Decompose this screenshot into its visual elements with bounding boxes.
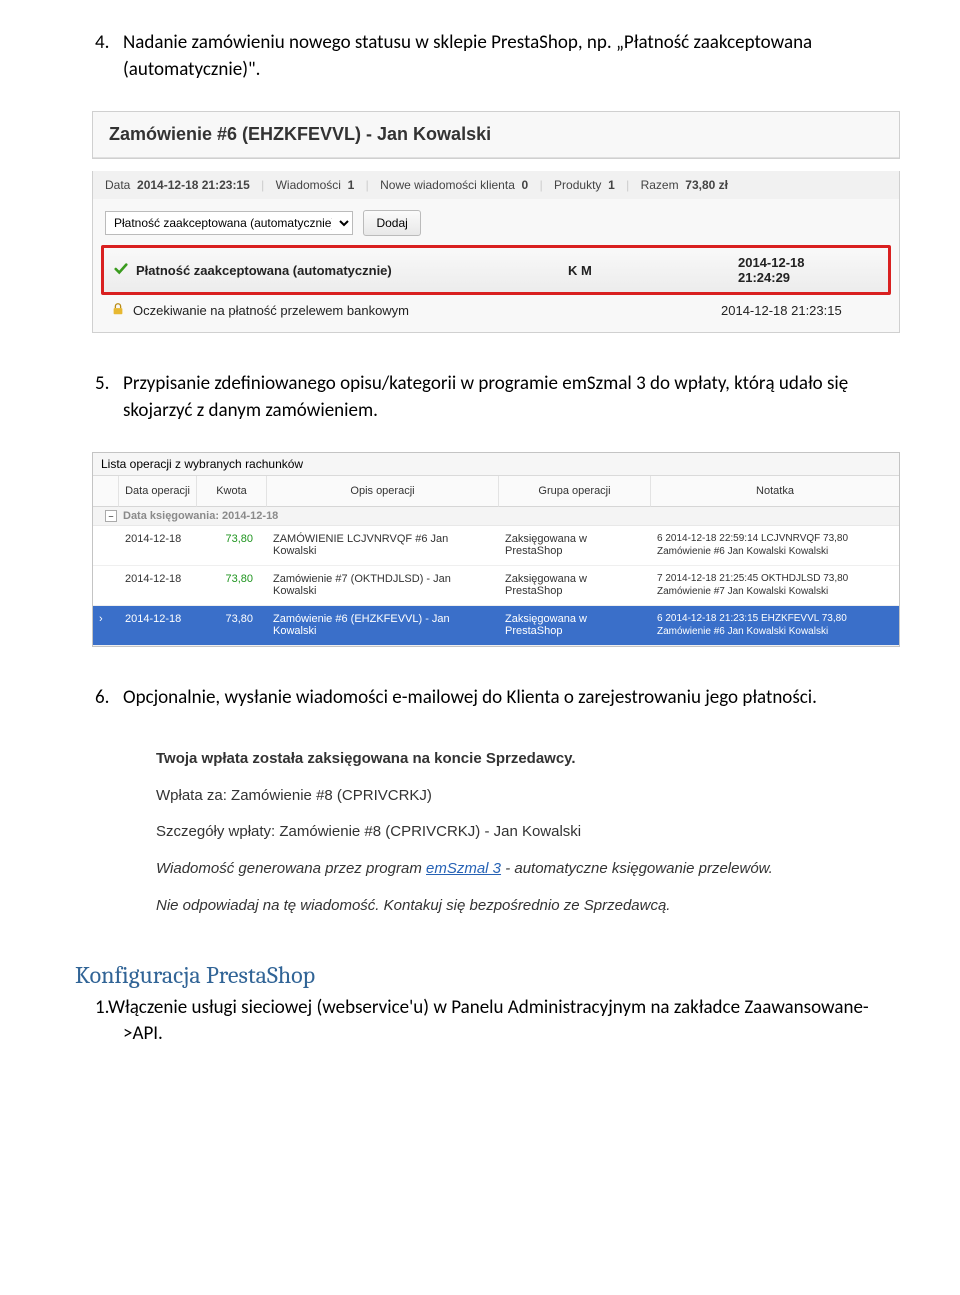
email-gen-prefix: Wiadomość generowana przez program [156, 860, 426, 877]
meta-label-date: Data [105, 178, 130, 192]
email-gen-suffix: - automatyczne księgowanie przelewów. [501, 860, 773, 877]
meta-messages: 1 [348, 178, 355, 192]
email-line-noreply: Nie odpowiadaj na tę wiadomość. Kontakuj… [156, 895, 886, 917]
step-5: 5.Przypisanie zdefiniowanego opisu/kateg… [95, 371, 900, 424]
meta-sep: | [626, 178, 629, 192]
grid-header-note[interactable]: Notatka [651, 476, 899, 507]
email-line-for: Wpłata za: Zamówienie #8 (CPRIVCRKJ) [156, 785, 886, 807]
order-meta-bar: Data 2014-12-18 21:23:15 | Wiadomości 1 … [93, 171, 899, 199]
grid-group-row[interactable]: – Data księgowania: 2014-12-18 [93, 507, 899, 526]
email-line-details: Szczegóły wpłaty: Zamówienie #8 (CPRIVCR… [156, 821, 886, 843]
figure-email: Twoja wpłata została zaksięgowana na kon… [92, 740, 900, 917]
row-indicator [93, 526, 119, 565]
order-meta-block: Data 2014-12-18 21:23:15 | Wiadomości 1 … [92, 171, 900, 333]
config-step-1-number: 1. [95, 996, 108, 1019]
grid-header-amount[interactable]: Kwota [197, 476, 267, 507]
grid-header-date[interactable]: Data operacji [119, 476, 197, 507]
table-row[interactable]: 2014-12-18 73,80 Zamówienie #7 (OKTHDJLS… [93, 566, 899, 606]
meta-label-messages: Wiadomości [276, 178, 341, 192]
status-row-accepted: Płatność zaakceptowana (automatycznie) K… [101, 245, 891, 295]
lock-icon [111, 302, 133, 319]
grid-title: Lista operacji z wybranych rachunków [93, 453, 899, 476]
status-select[interactable]: Płatność zaakceptowana (automatycznie) [105, 211, 353, 235]
step-6-number: 6. [95, 685, 123, 712]
config-step-1: 1.Włączenie usługi sieciowej (webservice… [95, 995, 900, 1048]
status-when: 2014-12-1821:24:29 [738, 255, 878, 285]
status-history: Płatność zaakceptowana (automatycznie) K… [93, 241, 899, 332]
cell-note: 7 2014-12-18 21:25:45 OKTHDJLSD 73,80 Za… [651, 566, 899, 605]
cell-desc: Zamówienie #7 (OKTHDJLSD) - Jan Kowalski [267, 566, 499, 605]
group-toggle-icon[interactable]: – [105, 510, 117, 522]
meta-date: 2014-12-18 21:23:15 [137, 178, 250, 192]
config-step-1-text: Włączenie usługi sieciowej (webservice'u… [108, 996, 869, 1046]
email-body: Twoja wpłata została zaksięgowana na kon… [142, 740, 900, 917]
section-heading: Konfiguracja PrestaShop [75, 961, 900, 989]
step-4-text: Nadanie zamówieniu nowego statusu w skle… [123, 31, 812, 81]
email-line-generated: Wiadomość generowana przez program emSzm… [156, 858, 886, 880]
cell-amount: 73,80 [197, 566, 267, 605]
figure-operations-grid: Lista operacji z wybranych rachunków Dat… [92, 452, 900, 647]
step-6-text: Opcjonalnie, wysłanie wiadomości e-mailo… [123, 686, 817, 709]
status-row-pending: Oczekiwanie na płatność przelewem bankow… [101, 295, 891, 326]
status-label: Płatność zaakceptowana (automatycznie) [136, 263, 568, 278]
table-row-selected[interactable]: › 2014-12-18 73,80 Zamówienie #6 (EHZKFE… [93, 606, 899, 646]
meta-products: 1 [608, 178, 615, 192]
meta-total: 73,80 zł [685, 178, 728, 192]
grid-header-group[interactable]: Grupa operacji [499, 476, 651, 507]
add-status-button[interactable]: Dodaj [363, 210, 420, 236]
step-6: 6.Opcjonalnie, wysłanie wiadomości e-mai… [95, 685, 900, 712]
step-5-number: 5. [95, 371, 123, 398]
cell-group: Zaksięgowana w PrestaShop [499, 606, 651, 645]
cell-note: 6 2014-12-18 21:23:15 EHZKFEVVL 73,80 Za… [651, 606, 899, 645]
step-4: 4.Nadanie zamówieniu nowego statusu w sk… [95, 30, 900, 83]
row-indicator [93, 566, 119, 605]
cell-date: 2014-12-18 [119, 606, 197, 645]
table-row[interactable]: 2014-12-18 73,80 ZAMÓWIENIE LCJVNRVQF #6… [93, 526, 899, 566]
cell-desc: Zamówienie #6 (EHZKFEVVL) - Jan Kowalski [267, 606, 499, 645]
cell-amount: 73,80 [197, 606, 267, 645]
meta-label-total: Razem [641, 178, 679, 192]
emszmal-link[interactable]: emSzmal 3 [426, 860, 501, 877]
meta-sep: | [261, 178, 264, 192]
row-indicator-arrow-icon: › [93, 606, 119, 645]
grid-header-expand [93, 476, 119, 507]
meta-sep: | [366, 178, 369, 192]
cell-group: Zaksięgowana w PrestaShop [499, 526, 651, 565]
order-title: Zamówienie #6 (EHZKFEVVL) - Jan Kowalski [93, 112, 899, 158]
cell-amount: 73,80 [197, 526, 267, 565]
cell-group: Zaksięgowana w PrestaShop [499, 566, 651, 605]
step-4-number: 4. [95, 30, 123, 57]
operations-grid: Lista operacji z wybranych rachunków Dat… [92, 452, 900, 647]
meta-label-new: Nowe wiadomości klienta [380, 178, 515, 192]
status-who: K M [568, 263, 738, 278]
email-line-subject: Twoja wpłata została zaksięgowana na kon… [156, 748, 886, 770]
order-panel: Zamówienie #6 (EHZKFEVVL) - Jan Kowalski [92, 111, 900, 159]
step-5-text: Przypisanie zdefiniowanego opisu/kategor… [123, 372, 848, 422]
group-label: Data księgowania: 2014-12-18 [123, 510, 278, 522]
cell-date: 2014-12-18 [119, 526, 197, 565]
check-icon [114, 262, 136, 279]
status-when: 2014-12-18 21:23:15 [721, 303, 881, 318]
cell-desc: ZAMÓWIENIE LCJVNRVQF #6 Jan Kowalski [267, 526, 499, 565]
status-label: Oczekiwanie na płatność przelewem bankow… [133, 303, 551, 318]
meta-new: 0 [522, 178, 529, 192]
order-controls: Płatność zaakceptowana (automatycznie) D… [93, 199, 899, 241]
figure-order-panel: Zamówienie #6 (EHZKFEVVL) - Jan Kowalski… [92, 111, 900, 333]
meta-sep: | [540, 178, 543, 192]
grid-header-row: Data operacji Kwota Opis operacji Grupa … [93, 476, 899, 507]
meta-label-products: Produkty [554, 178, 601, 192]
cell-note: 6 2014-12-18 22:59:14 LCJVNRVQF 73,80 Za… [651, 526, 899, 565]
cell-date: 2014-12-18 [119, 566, 197, 605]
grid-header-desc[interactable]: Opis operacji [267, 476, 499, 507]
